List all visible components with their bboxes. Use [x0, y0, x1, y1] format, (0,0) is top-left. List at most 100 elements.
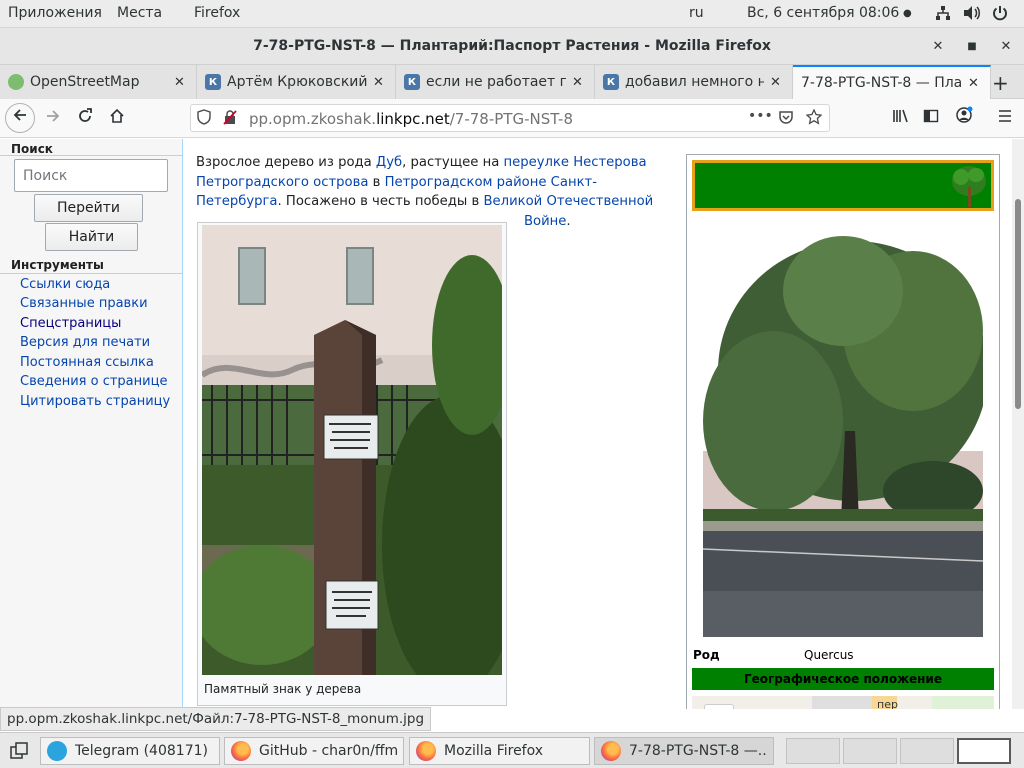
- osm-icon: [8, 74, 24, 90]
- tab-label: 7-78-PTG-NST-8 — Пла: [801, 75, 962, 91]
- close-tab-icon[interactable]: ✕: [373, 75, 385, 90]
- taskbar-github[interactable]: GitHub - char0n/ffm...: [224, 737, 404, 765]
- task-label: GitHub - char0n/ffm...: [259, 743, 397, 759]
- task-label: 7-78-PTG-NST-8 —...: [629, 743, 767, 759]
- keyboard-layout-indicator[interactable]: ru: [689, 5, 704, 21]
- firefox-icon: [231, 741, 251, 761]
- maximize-button[interactable]: ■: [962, 37, 982, 57]
- map-zoom-in-button[interactable]: +: [704, 704, 734, 709]
- library-icon[interactable]: [888, 106, 914, 132]
- notification-dot-icon: ●: [903, 8, 912, 19]
- url-bar[interactable]: pp.opm.zkoshak.linkpc.net/7-78-PTG-NST-8…: [190, 104, 830, 132]
- forward-button[interactable]: [40, 106, 66, 132]
- page-scrollbar[interactable]: [1012, 139, 1024, 709]
- tree-photo[interactable]: [703, 221, 983, 637]
- close-tab-icon[interactable]: ✕: [770, 75, 782, 90]
- close-tab-icon[interactable]: ✕: [968, 76, 980, 91]
- task-label: Mozilla Firefox: [444, 743, 544, 759]
- new-tab-button[interactable]: +: [992, 71, 1009, 95]
- divider: [0, 273, 182, 274]
- go-button[interactable]: Перейти: [34, 194, 143, 222]
- workspace-4[interactable]: [957, 738, 1011, 764]
- status-link-preview: pp.opm.zkoshak.linkpc.net/Файл:7-78-PTG-…: [0, 707, 432, 731]
- tab-vk-message-1[interactable]: К если не работает пла ✕: [396, 65, 595, 99]
- vk-icon: К: [205, 74, 221, 90]
- close-window-button[interactable]: ✕: [996, 37, 1016, 57]
- window-list-taskbar: Telegram (408171) GitHub - char0n/ffm...…: [0, 732, 1024, 768]
- map-street-label: пер: [877, 698, 898, 709]
- tab-plant-passport[interactable]: 7-78-PTG-NST-8 — Пла ✕: [793, 65, 991, 99]
- link-great-patriotic-war[interactable]: Великой Отечественной: [483, 194, 653, 209]
- page-actions-icon[interactable]: •••: [748, 108, 773, 124]
- window-title: 7-78-PTG-NST-8 — Плантарий:Паспорт Расте…: [253, 38, 771, 54]
- vk-icon: К: [404, 74, 420, 90]
- power-icon[interactable]: [992, 5, 1008, 25]
- minimize-button[interactable]: ✕: [928, 37, 948, 57]
- tab-label: добавил немного ня: [625, 74, 764, 90]
- location-map[interactable]: + пер: [692, 696, 994, 709]
- app-menu[interactable]: Firefox: [194, 5, 240, 21]
- task-label: Telegram (408171): [75, 743, 208, 759]
- sidebar-toggle-icon[interactable]: [918, 106, 944, 132]
- tool-link-printable-version[interactable]: Версия для печати: [20, 335, 150, 350]
- tab-vk-message-2[interactable]: К добавил немного ня ✕: [595, 65, 793, 99]
- tool-link-special-pages[interactable]: Спецстраницы: [20, 316, 121, 331]
- tool-link-page-info[interactable]: Сведения о странице: [20, 374, 167, 389]
- genus-label: Род: [693, 648, 720, 662]
- workspace-2[interactable]: [843, 738, 897, 764]
- memorial-thumbnail: Памятный знак у дерева: [197, 222, 507, 706]
- account-icon[interactable]: [951, 106, 977, 132]
- firefox-icon: [416, 741, 436, 761]
- pocket-icon[interactable]: [778, 109, 794, 129]
- back-button[interactable]: [5, 103, 35, 133]
- thumbnail-caption: Памятный знак у дерева: [204, 682, 362, 696]
- infobox-header: [692, 160, 994, 211]
- telegram-icon: [47, 741, 67, 761]
- places-menu[interactable]: Места: [117, 5, 162, 21]
- find-button[interactable]: Найти: [45, 223, 138, 251]
- tab-label: OpenStreetMap: [30, 74, 140, 90]
- volume-icon[interactable]: [963, 5, 981, 25]
- applications-menu[interactable]: Приложения: [8, 5, 102, 21]
- close-tab-icon[interactable]: ✕: [572, 75, 584, 90]
- tab-openstreetmap[interactable]: OpenStreetMap ✕: [0, 65, 197, 99]
- wiki-sidebar: Поиск Перейти Найти Инструменты Ссылки с…: [0, 139, 182, 709]
- tool-link-what-links-here[interactable]: Ссылки сюда: [20, 277, 110, 292]
- tool-link-cite-page[interactable]: Цитировать страницу: [20, 394, 170, 409]
- bookmark-star-icon[interactable]: [805, 108, 823, 129]
- workspace-3[interactable]: [900, 738, 954, 764]
- geo-heading: Географическое положение: [692, 668, 994, 690]
- close-tab-icon[interactable]: ✕: [174, 75, 186, 90]
- workspace-1[interactable]: [786, 738, 840, 764]
- shield-icon[interactable]: [197, 109, 211, 129]
- home-button[interactable]: [104, 106, 130, 132]
- tool-link-permanent-link[interactable]: Постоянная ссылка: [20, 355, 154, 370]
- divider: [0, 155, 182, 156]
- window-title-bar: 7-78-PTG-NST-8 — Плантарий:Паспорт Расте…: [0, 28, 1024, 65]
- taskbar-plant-passport[interactable]: 7-78-PTG-NST-8 —...: [594, 737, 774, 765]
- show-desktop-icon[interactable]: [10, 742, 28, 764]
- article-intro: Взрослое дерево из рода Дуб, растущее на…: [196, 155, 654, 229]
- hamburger-menu-icon[interactable]: [992, 106, 1018, 132]
- tab-strip: OpenStreetMap ✕ К Артём Крюковский ✕ К е…: [0, 65, 1024, 99]
- link-great-patriotic-war-cont[interactable]: Войне: [524, 214, 566, 229]
- network-icon[interactable]: [935, 5, 951, 25]
- tab-vk-artem[interactable]: К Артём Крюковский ✕: [197, 65, 396, 99]
- plant-infobox: Род Quercus Географическое положение + п…: [686, 154, 1000, 709]
- gnome-top-bar: Приложения Места Firefox ru Вс, 6 сентяб…: [0, 0, 1024, 28]
- search-input[interactable]: [14, 159, 168, 192]
- url-text: pp.opm.zkoshak.linkpc.net/7-78-PTG-NST-8: [249, 110, 573, 128]
- taskbar-telegram[interactable]: Telegram (408171): [40, 737, 220, 765]
- vk-icon: К: [603, 74, 619, 90]
- navigation-toolbar: pp.opm.zkoshak.linkpc.net/7-78-PTG-NST-8…: [0, 99, 1024, 138]
- taskbar-mozilla-firefox[interactable]: Mozilla Firefox: [409, 737, 590, 765]
- insecure-lock-icon[interactable]: [223, 109, 237, 129]
- genus-value: Quercus: [804, 648, 854, 662]
- memorial-photo[interactable]: [202, 225, 502, 675]
- tool-link-related-changes[interactable]: Связанные правки: [20, 296, 148, 311]
- search-heading: Поиск: [11, 142, 53, 156]
- link-genus-oak[interactable]: Дуб: [376, 155, 402, 170]
- reload-button[interactable]: [72, 106, 98, 132]
- clock[interactable]: Вс, 6 сентября 08:06: [747, 5, 899, 21]
- scrollbar-thumb[interactable]: [1015, 199, 1021, 409]
